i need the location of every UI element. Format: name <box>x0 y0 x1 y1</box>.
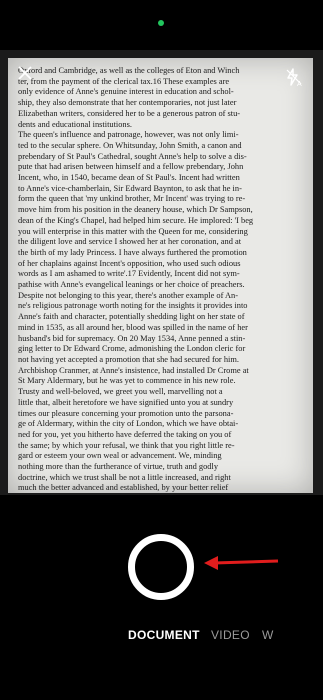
document-line: words as I am ashamed to write'.17 Evide… <box>18 269 240 279</box>
document-line: ship, they also demonstrate that her con… <box>18 98 237 108</box>
document-line: you will enterprise in this matter with … <box>18 226 248 236</box>
document-line: The queen's influence and patronage, how… <box>18 130 239 140</box>
document-line: of her chaplains against Incent's opposi… <box>18 258 241 268</box>
document-line: husband's bid for supremacy. On 20 May 1… <box>18 333 246 343</box>
document-line: ted to the secular sphere. On Whitsunday… <box>18 140 242 150</box>
document-line: dents and educational institutions. <box>18 119 132 129</box>
document-page: Oxford and Cambridge, as well as the col… <box>8 58 313 493</box>
document-line: the same; by which your refusal, we thin… <box>18 440 235 450</box>
flash-button[interactable]: A <box>281 64 307 90</box>
document-line: ne's religious patronage worth noting fo… <box>18 301 248 311</box>
document-line: Anne's faith and character, potentially … <box>18 312 245 322</box>
document-line: little that, albeit heretofore we have s… <box>18 397 234 407</box>
red-arrow-annotation <box>204 556 279 570</box>
document-line: pute that had arisen between himself and… <box>18 162 244 172</box>
document-line: Despite not belonging to this year, ther… <box>18 290 239 300</box>
document-line: ging letter to Dr Edward Crome, admonish… <box>18 344 246 354</box>
document-line: doctrine, which we trust shall be not a … <box>18 472 231 482</box>
document-line: the diligent love and service I showed h… <box>18 237 242 247</box>
document-line: nothing more than the furtherance of vir… <box>18 462 219 472</box>
document-line: not having yet accepted a promotion that… <box>18 354 239 364</box>
document-line: Trusty and well-beloved, we greet you we… <box>18 387 223 397</box>
document-line: gard or esteem your own weal or advancem… <box>18 451 222 461</box>
mode-w[interactable]: W <box>262 628 274 642</box>
document-line: prebendary of St Paul's Cathedral, sough… <box>18 151 247 161</box>
flash-auto-icon: A <box>286 68 302 87</box>
document-line: pathise with Anne's evangelical leanings… <box>18 280 245 290</box>
document-line: the birth of my lady Princess. I have al… <box>18 247 247 257</box>
document-line: to Anne's vice-chamberlain, Sir Edward B… <box>18 183 242 193</box>
mode-document[interactable]: DOCUMENT <box>128 628 200 642</box>
document-line: ge of Aldermary, within the city of Lond… <box>18 419 239 429</box>
close-button[interactable] <box>12 60 38 86</box>
mode-video[interactable]: VIDEO <box>211 628 250 642</box>
document-line: ned for you, yet you hitherto have defer… <box>18 429 232 439</box>
close-icon <box>18 66 32 80</box>
document-line: times our pleasure concerning your promo… <box>18 408 234 418</box>
document-line: Incent, who, in 1540, became dean of St … <box>18 173 240 183</box>
document-line: Archbishop Cranmer, at Anne's insistence… <box>18 365 249 375</box>
document-line: St Mary Aldermary, but he was yet to com… <box>18 376 236 386</box>
document-line: much the better advanced and established… <box>18 483 229 493</box>
document-line: mind in 1535, as all around her, blood w… <box>18 322 248 332</box>
document-line: move him from his position in the deaner… <box>18 205 253 215</box>
svg-text:A: A <box>297 81 302 87</box>
camera-viewfinder[interactable]: Oxford and Cambridge, as well as the col… <box>0 50 323 495</box>
document-line: dean of the King's Chapel, had helped hi… <box>18 215 254 225</box>
camera-indicator-dot <box>158 20 164 26</box>
shutter-button[interactable] <box>128 534 194 600</box>
document-line: ter, from the payment of the clerical ta… <box>18 76 230 86</box>
document-line: Elizabethan writers, considered her to b… <box>18 108 241 118</box>
mode-selector[interactable]: DOCUMENT VIDEO W <box>0 628 323 648</box>
document-line: only evidence of Anne's genuine interest… <box>18 87 234 97</box>
document-line: Oxford and Cambridge, as well as the col… <box>18 66 240 75</box>
document-line: form the queen that 'my unkind brother, … <box>18 194 246 204</box>
